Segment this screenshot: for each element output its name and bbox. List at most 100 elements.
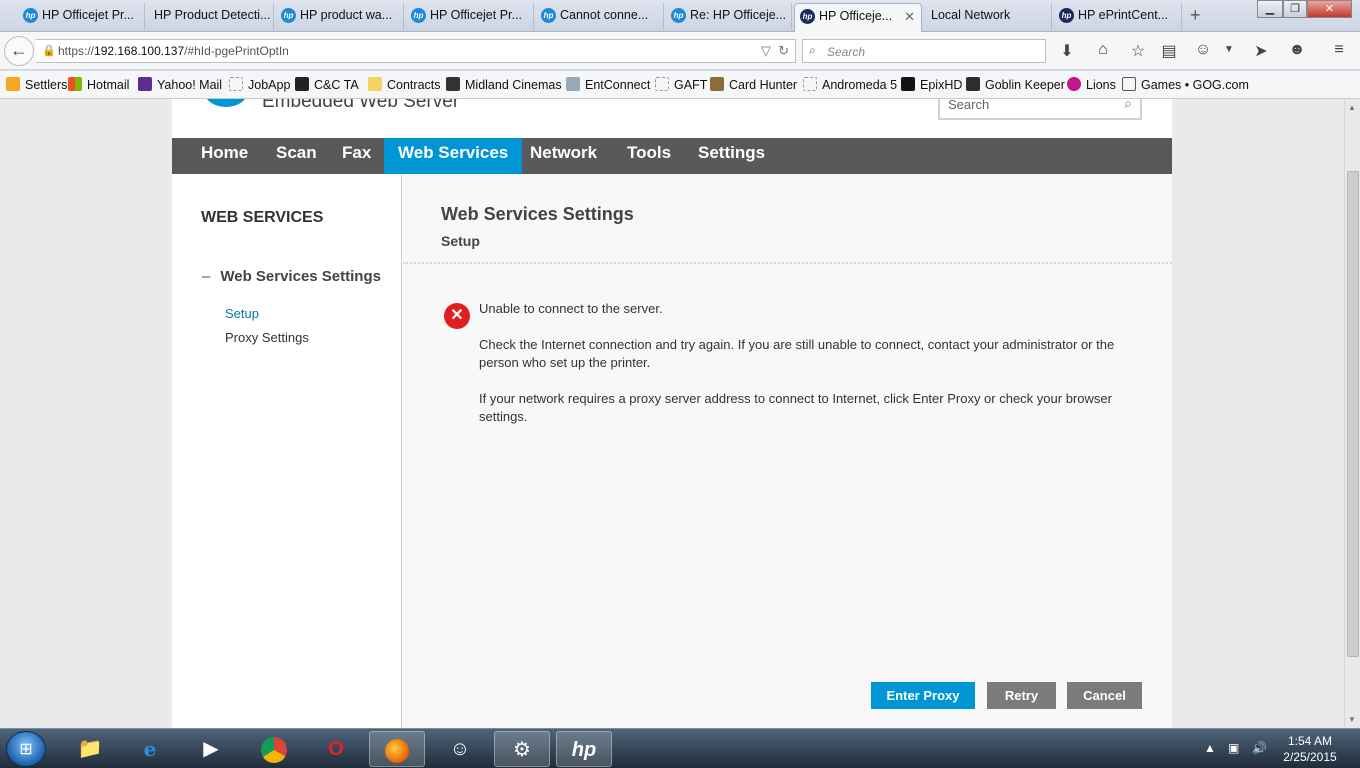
minimize-button[interactable]: ▁ bbox=[1257, 0, 1283, 18]
page-title: Web Services Settings bbox=[441, 204, 634, 224]
bookmark[interactable]: Hotmail bbox=[68, 77, 129, 92]
bookmark-icon bbox=[655, 77, 669, 91]
tab[interactable]: hp HP product wa... bbox=[276, 3, 404, 32]
main-content: Web Services Settings Setup ✕ Unable to … bbox=[403, 174, 1172, 728]
proxy-message: If your network requires a proxy server … bbox=[479, 391, 1112, 424]
error-icon: ✕ bbox=[444, 303, 470, 329]
sidebar-item-setup[interactable]: Setup bbox=[225, 306, 259, 321]
ews-search-input[interactable]: Search ⌕ bbox=[938, 99, 1142, 120]
internet-explorer-icon[interactable]: e bbox=[122, 731, 178, 767]
opera-icon[interactable]: O bbox=[308, 731, 364, 767]
bookmark[interactable]: Midland Cinemas bbox=[446, 77, 562, 92]
tab-active[interactable]: hp HP Officeje... ✕ bbox=[794, 3, 922, 32]
nav-fax[interactable]: Fax bbox=[328, 138, 385, 174]
tray-expand-icon[interactable]: ▲ bbox=[1204, 741, 1216, 755]
sidebar: WEB SERVICES – Web Services Settings Setu… bbox=[172, 174, 402, 728]
extension-icon[interactable]: ☺ bbox=[1192, 41, 1214, 59]
nav-network[interactable]: Network bbox=[516, 138, 611, 174]
bookmark[interactable]: Settlers bbox=[6, 77, 67, 92]
vertical-scrollbar[interactable]: ▲ ▼ bbox=[1344, 99, 1360, 728]
browser-search-input[interactable]: ⌕ Search bbox=[802, 39, 1046, 63]
url-text[interactable]: https://192.168.100.137/#hId-pgePrintOpt… bbox=[58, 44, 289, 58]
page-subtitle: Setup bbox=[441, 233, 480, 249]
close-tab-icon[interactable]: ✕ bbox=[904, 4, 915, 29]
search-icon[interactable]: ⌕ bbox=[1124, 99, 1132, 112]
volume-icon[interactable]: 🔊 bbox=[1252, 741, 1267, 755]
send-icon[interactable]: ➤ bbox=[1250, 41, 1272, 61]
chevron-down-icon[interactable]: ▼ bbox=[1218, 44, 1240, 55]
clock[interactable]: 1:54 AM 2/25/2015 bbox=[1272, 733, 1348, 765]
tab[interactable]: HP Product Detecti... bbox=[146, 3, 274, 32]
bookmark[interactable]: Lions bbox=[1067, 77, 1116, 92]
tab[interactable]: hp HP Officejet Pr... bbox=[406, 3, 534, 32]
bookmark-icon bbox=[901, 77, 915, 91]
steam-icon[interactable]: ⚙ bbox=[494, 731, 550, 767]
tab[interactable]: hp Re: HP Officeje... bbox=[666, 3, 792, 32]
start-button[interactable]: ⊞ bbox=[6, 731, 46, 767]
scroll-down-icon[interactable]: ▼ bbox=[1348, 715, 1356, 724]
reading-list-icon[interactable]: ▤ bbox=[1158, 41, 1180, 61]
chat-icon[interactable]: ☻ bbox=[1286, 41, 1308, 59]
media-player-icon[interactable]: ▶ bbox=[183, 731, 239, 767]
cancel-button[interactable]: Cancel bbox=[1067, 682, 1142, 709]
bookmark-star-icon[interactable]: ☆ bbox=[1127, 41, 1149, 61]
bookmark[interactable]: Goblin Keeper bbox=[966, 77, 1065, 92]
bookmark-icon bbox=[446, 77, 460, 91]
bookmarks-bar: Settlers Hotmail Yahoo! Mail JobApp C&C … bbox=[0, 71, 1360, 99]
nav-scan[interactable]: Scan bbox=[262, 138, 331, 174]
bookmark-icon bbox=[566, 77, 580, 91]
firefox-icon[interactable] bbox=[369, 731, 425, 767]
bookmark[interactable]: EpixHD bbox=[901, 77, 962, 92]
scrollbar-thumb[interactable] bbox=[1347, 171, 1359, 657]
hp-icon: hp bbox=[671, 8, 686, 23]
messenger-icon[interactable]: ☺ bbox=[432, 731, 488, 767]
hp-icon: hp bbox=[281, 8, 296, 23]
nav-tools[interactable]: Tools bbox=[613, 138, 685, 174]
url-bar[interactable]: 🔒 https://192.168.100.137/#hId-pgePrintO… bbox=[36, 39, 796, 63]
nav-settings[interactable]: Settings bbox=[684, 138, 779, 174]
menu-icon[interactable]: ≡ bbox=[1328, 41, 1350, 59]
nav-web-services[interactable]: Web Services bbox=[384, 138, 523, 174]
ews-title: Embedded Web Server bbox=[262, 99, 460, 112]
retry-button[interactable]: Retry bbox=[987, 682, 1056, 709]
tab-bar: hp HP Officejet Pr... HP Product Detecti.… bbox=[0, 0, 1360, 32]
bookmark[interactable]: Andromeda 5 bbox=[803, 77, 897, 92]
bookmark[interactable]: Card Hunter bbox=[710, 77, 797, 92]
tab[interactable]: Local Network bbox=[924, 3, 1052, 32]
sidebar-group-web-services-settings[interactable]: – Web Services Settings bbox=[202, 268, 381, 285]
hp-logo[interactable] bbox=[204, 99, 248, 107]
bookmark[interactable]: C&C TA bbox=[295, 77, 359, 92]
enter-proxy-button[interactable]: Enter Proxy bbox=[871, 682, 975, 709]
close-window-button[interactable]: ✕ bbox=[1307, 0, 1352, 18]
search-icon: ⌕ bbox=[809, 43, 816, 57]
navigation-bar: 🔒 https://192.168.100.137/#hId-pgePrintO… bbox=[0, 32, 1360, 70]
main-nav: Home Scan Fax Web Services Network Tools… bbox=[172, 138, 1172, 174]
tab[interactable]: hp Cannot conne... bbox=[536, 3, 664, 32]
bookmark-icon bbox=[966, 77, 980, 91]
download-icon[interactable]: ⬇ bbox=[1056, 41, 1078, 61]
nav-home[interactable]: Home bbox=[187, 138, 262, 174]
hp-app-icon[interactable]: hp bbox=[556, 731, 612, 767]
network-icon[interactable]: ▣ bbox=[1228, 741, 1239, 755]
new-tab-button[interactable]: + bbox=[1190, 3, 1201, 28]
bookmark[interactable]: GAFT bbox=[655, 77, 707, 92]
chrome-icon[interactable] bbox=[246, 731, 302, 767]
file-explorer-icon[interactable]: 📁 bbox=[62, 731, 118, 767]
collapse-icon[interactable]: – bbox=[202, 268, 210, 285]
sidebar-item-proxy-settings[interactable]: Proxy Settings bbox=[225, 330, 309, 345]
maximize-button[interactable]: ❐ bbox=[1283, 0, 1307, 18]
bookmark[interactable]: Yahoo! Mail bbox=[138, 77, 222, 92]
back-button[interactable]: ← bbox=[4, 36, 34, 66]
bookmark[interactable]: EntConnect bbox=[566, 77, 650, 92]
tab[interactable]: hp HP Officejet Pr... bbox=[18, 3, 145, 32]
reload-icon[interactable]: ▽ ↻ bbox=[761, 43, 789, 59]
scroll-up-icon[interactable]: ▲ bbox=[1348, 103, 1356, 112]
bookmark[interactable]: Games • GOG.com bbox=[1122, 77, 1249, 92]
page-viewport: Embedded Web Server Search ⌕ Home Scan F… bbox=[0, 99, 1344, 728]
hp-icon: hp bbox=[1059, 8, 1074, 23]
home-icon[interactable]: ⌂ bbox=[1092, 41, 1114, 59]
hp-icon: hp bbox=[411, 8, 426, 23]
bookmark[interactable]: Contracts bbox=[368, 77, 441, 92]
bookmark[interactable]: JobApp bbox=[229, 77, 290, 92]
tab[interactable]: hp HP ePrintCent... bbox=[1054, 3, 1182, 32]
